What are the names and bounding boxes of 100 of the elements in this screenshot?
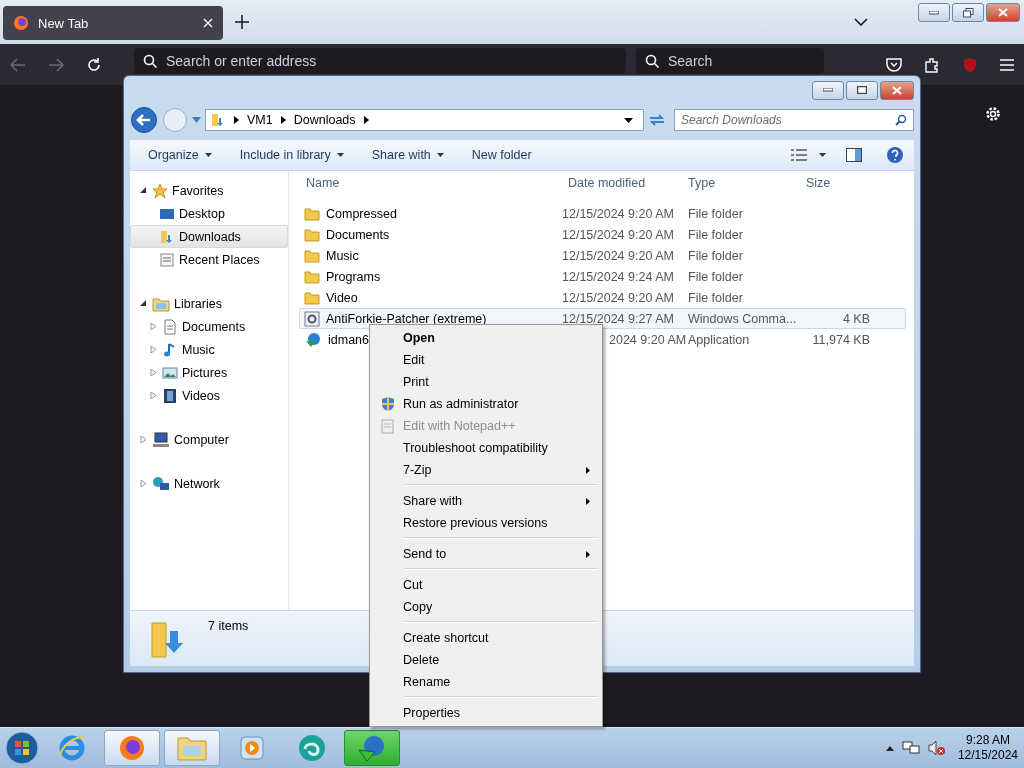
file-name[interactable]: Programs bbox=[326, 269, 381, 284]
column-header[interactable]: Size bbox=[799, 176, 869, 190]
close-button[interactable] bbox=[986, 3, 1020, 22]
chevron-right-icon[interactable] bbox=[234, 116, 239, 124]
settings-icon[interactable] bbox=[984, 105, 1002, 123]
network-icon bbox=[152, 475, 170, 492]
notepad-icon bbox=[379, 418, 396, 434]
search-field[interactable]: Search Downloads bbox=[674, 109, 914, 131]
folder-icon bbox=[304, 206, 320, 221]
toolbar-button[interactable]: Share with bbox=[359, 143, 456, 167]
nav-item[interactable]: Libraries bbox=[130, 292, 288, 315]
close-icon[interactable] bbox=[203, 18, 213, 28]
nav-item[interactable]: Favorites bbox=[130, 179, 288, 202]
menu-item[interactable]: Restore previous versions bbox=[372, 512, 600, 534]
file-type: File folder bbox=[687, 269, 744, 284]
back-button[interactable] bbox=[130, 106, 158, 134]
toolbar-button[interactable]: New folder bbox=[459, 143, 544, 167]
restore-button[interactable] bbox=[952, 3, 984, 22]
breadcrumb-item[interactable]: VM1 bbox=[247, 113, 273, 127]
search-field[interactable]: Search bbox=[636, 48, 824, 74]
menu-item[interactable]: Properties bbox=[372, 702, 600, 724]
nav-item[interactable]: Computer bbox=[130, 428, 288, 451]
collapse-icon[interactable] bbox=[140, 300, 147, 307]
toolbar-button[interactable]: Organize bbox=[136, 143, 224, 167]
menu-item[interactable]: 7-Zip bbox=[372, 459, 600, 481]
close-button[interactable] bbox=[880, 80, 914, 100]
menu-icon[interactable] bbox=[1000, 58, 1014, 71]
menu-item[interactable]: Rename bbox=[372, 671, 600, 693]
browser-tab[interactable]: New Tab bbox=[3, 6, 223, 40]
help-icon[interactable] bbox=[886, 146, 904, 164]
puzzle-icon[interactable] bbox=[924, 56, 940, 73]
menu-item[interactable]: Print bbox=[372, 371, 600, 393]
nav-item[interactable]: Desktop bbox=[130, 202, 288, 225]
menu-item[interactable]: Open bbox=[372, 327, 600, 349]
menu-item[interactable]: Troubleshoot compatibility bbox=[372, 437, 600, 459]
file-type: File folder bbox=[687, 290, 744, 305]
expand-icon[interactable] bbox=[150, 323, 157, 330]
chevron-down-icon[interactable] bbox=[854, 18, 868, 26]
collapse-icon[interactable] bbox=[140, 187, 147, 194]
film-icon bbox=[162, 387, 178, 404]
nav-item[interactable]: Documents bbox=[130, 315, 288, 338]
address-bar[interactable]: VM1 Downloads bbox=[205, 109, 644, 131]
nav-item[interactable]: Music bbox=[130, 338, 288, 361]
maximize-button[interactable] bbox=[846, 80, 878, 100]
reload-icon[interactable] bbox=[86, 56, 102, 73]
search-icon bbox=[645, 53, 660, 69]
file-name[interactable]: AntiForkie-Patcher (extreme) bbox=[326, 311, 487, 326]
pocket-icon[interactable] bbox=[886, 57, 902, 72]
pictures-icon bbox=[162, 365, 178, 380]
toolbar-button[interactable]: Include in library bbox=[227, 143, 356, 167]
submenu-arrow-icon bbox=[586, 497, 590, 505]
chevron-right-icon[interactable] bbox=[363, 116, 369, 124]
column-header[interactable]: Name bbox=[299, 176, 561, 190]
nav-item[interactable]: Videos bbox=[130, 384, 288, 407]
taskbar-button[interactable] bbox=[344, 730, 400, 766]
breadcrumb-item[interactable]: Downloads bbox=[293, 113, 356, 127]
file-name[interactable]: Documents bbox=[326, 227, 390, 242]
caret-down-icon[interactable] bbox=[819, 153, 826, 157]
network-icon[interactable] bbox=[901, 740, 920, 756]
nav-item[interactable]: Downloads bbox=[130, 225, 288, 248]
menu-item[interactable]: Copy bbox=[372, 596, 600, 618]
date-modified: 12/15/2024 9:20 AM bbox=[562, 290, 675, 305]
downloads-folder-icon bbox=[150, 619, 186, 659]
menu-item[interactable]: Delete bbox=[372, 649, 600, 671]
column-header[interactable]: Date modified bbox=[561, 176, 681, 190]
expand-icon[interactable] bbox=[150, 392, 157, 399]
view-list-icon[interactable] bbox=[791, 149, 807, 161]
column-header[interactable]: Type bbox=[681, 176, 799, 190]
menu-item[interactable]: Share with bbox=[372, 490, 600, 512]
address-field[interactable]: Search or enter address bbox=[134, 48, 626, 74]
menu-item[interactable]: Create shortcut bbox=[372, 627, 600, 649]
preview-pane-icon[interactable] bbox=[846, 148, 862, 162]
menu-item[interactable]: Send to bbox=[372, 543, 600, 565]
menu-item[interactable]: Run as administrator bbox=[372, 393, 600, 415]
nav-item[interactable]: Network bbox=[130, 472, 288, 495]
file-name[interactable]: Video bbox=[326, 290, 358, 305]
menu-item[interactable]: Cut bbox=[372, 574, 600, 596]
chevron-right-icon[interactable] bbox=[280, 116, 286, 124]
refresh-icon[interactable] bbox=[648, 112, 666, 128]
file-name[interactable]: Compressed bbox=[326, 206, 397, 221]
nav-item[interactable]: Recent Places bbox=[130, 248, 288, 271]
fox-globe-icon bbox=[13, 15, 29, 31]
file-name[interactable]: idman6 bbox=[328, 332, 369, 347]
caret-down-icon bbox=[436, 153, 444, 157]
caret-down-icon[interactable] bbox=[624, 117, 633, 123]
muted-speaker-icon[interactable] bbox=[927, 740, 946, 756]
file-name[interactable]: Music bbox=[326, 248, 359, 263]
nav-item[interactable]: Pictures bbox=[130, 361, 288, 384]
forward-arrow-icon[interactable] bbox=[48, 57, 64, 72]
clock[interactable]: 9:28 AM 12/15/2024 bbox=[957, 733, 1018, 763]
start-orb-icon[interactable] bbox=[4, 730, 40, 766]
caret-up-icon[interactable] bbox=[885, 745, 894, 751]
installer-icon bbox=[304, 331, 322, 348]
expand-icon[interactable] bbox=[140, 480, 147, 487]
expand-icon[interactable] bbox=[150, 369, 157, 376]
taskbar-button[interactable] bbox=[104, 730, 160, 766]
expand-icon[interactable] bbox=[140, 436, 147, 443]
menu-item[interactable]: Edit bbox=[372, 349, 600, 371]
back-arrow-icon[interactable] bbox=[10, 57, 26, 72]
expand-icon[interactable] bbox=[150, 346, 157, 353]
